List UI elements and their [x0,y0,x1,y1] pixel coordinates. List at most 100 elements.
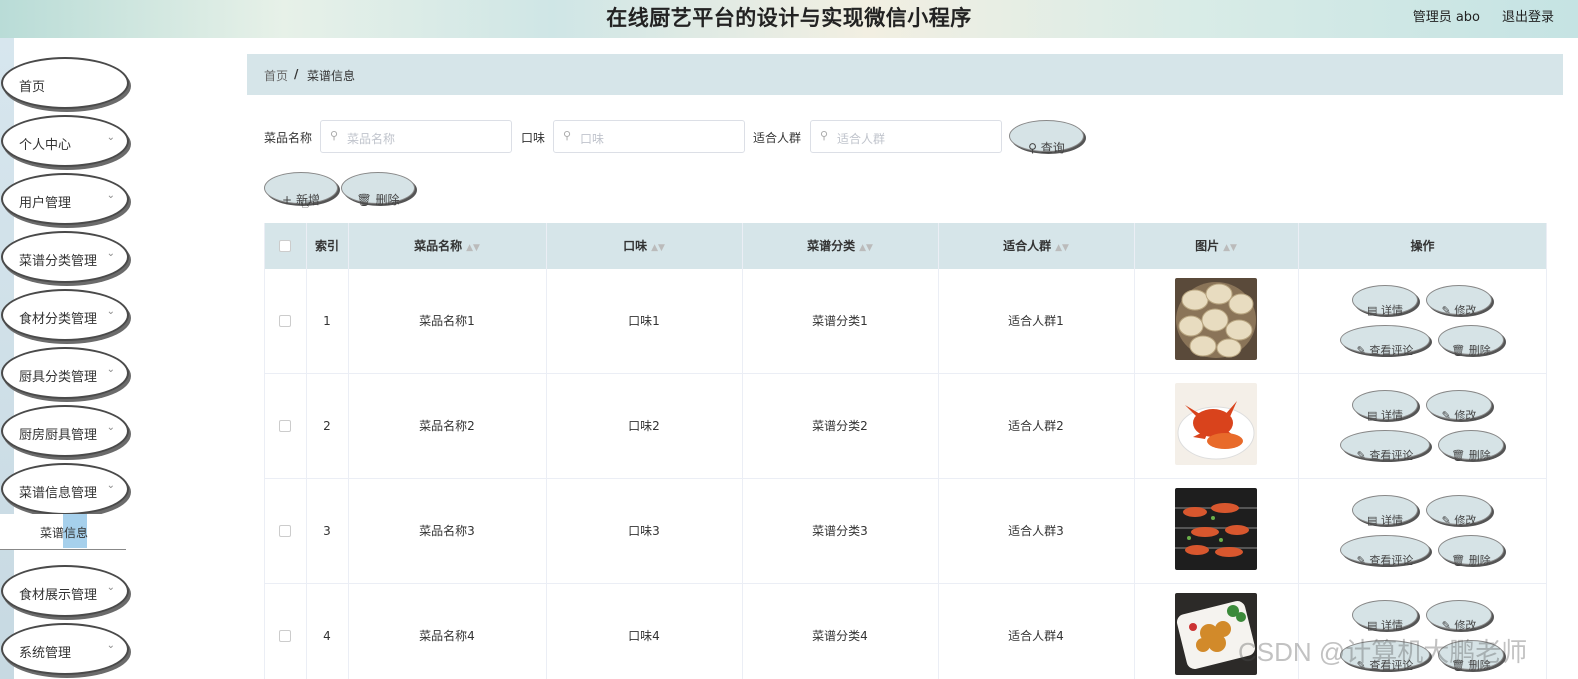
trash-icon: 🗑 [1451,344,1466,357]
sidebar-item-personal-center[interactable]: 个人中心 ⌄ [1,115,129,167]
edit-button[interactable]: ✎ 修改 [1426,495,1492,527]
sidebar-item-label: 食材分类管理 [19,312,98,327]
edit-button[interactable]: ✎ 修改 [1426,600,1492,632]
sidebar-item-label: 食材展示管理 [19,588,98,603]
pencil-icon: ✎ [1441,514,1451,527]
sidebar-item-system[interactable]: 系统管理 ⌄ [1,623,129,675]
detail-button[interactable]: ▤ 详情 [1352,390,1418,422]
header-crowd[interactable]: 适合人群 ▲▼ [938,223,1134,269]
pencil-icon: ✎ [1441,304,1451,317]
sidebar-item-label: 系统管理 [19,646,72,661]
edit-label: 修改 [1454,619,1477,632]
table-row: 1 菜品名称1 口味1 菜谱分类1 适合人群1 ▤ 详情 ✎ 修改 ✎ 查看评论 🗑 删除 [264,269,1547,374]
cell-crowd: 适合人群3 [1008,524,1064,538]
sidebar-item-cookware-category[interactable]: 厨具分类管理 ⌄ [1,347,129,399]
view-comments-button[interactable]: ✎ 查看评论 [1340,535,1430,567]
dish-image[interactable] [1175,278,1257,360]
chevron-down-icon: ⌄ [106,480,115,491]
header-taste[interactable]: 口味 ▲▼ [546,223,742,269]
edit-label: 修改 [1454,514,1477,527]
dish-image[interactable] [1175,488,1257,570]
cell-crowd: 适合人群1 [1008,314,1064,328]
delete-button[interactable]: 🗑 删除 [1438,325,1504,357]
view-comments-button[interactable]: ✎ 查看评论 [1340,430,1430,462]
dish-name-placeholder: 菜品名称 [347,132,396,146]
cell-dish-name: 菜品名称2 [419,419,475,433]
sidebar-item-label: 用户管理 [19,196,72,211]
breadcrumb-home[interactable]: 首页 [264,67,288,84]
dish-image[interactable] [1175,383,1257,465]
cell-crowd: 适合人群4 [1008,629,1064,643]
row-checkbox[interactable] [279,315,291,327]
taste-placeholder: 口味 [580,132,605,146]
chevron-down-icon: ⌄ [106,640,115,651]
comments-label: 查看评论 [1369,344,1414,357]
comments-label: 查看评论 [1369,449,1414,462]
trash-icon: 🗑 [1451,449,1466,462]
sidebar-item-kitchen-cookware[interactable]: 厨房厨具管理 ⌄ [1,405,129,457]
document-icon: ▤ [1367,619,1378,632]
delete-button[interactable]: 🗑 删除 [1438,535,1504,567]
table-row: 2 菜品名称2 口味2 菜谱分类2 适合人群2 ▤ 详情 ✎ 修改 ✎ 查看评论 🗑 删除 [264,374,1547,479]
detail-label: 详情 [1380,514,1403,527]
query-button[interactable]: ⚲ 查询 [1009,120,1084,155]
comments-label: 查看评论 [1369,554,1414,567]
cursor-icon: ☞ [300,194,315,213]
sidebar-item-label: 菜谱信息管理 [19,486,98,501]
select-all-checkbox[interactable] [279,240,291,252]
sidebar-item-recipe-info[interactable]: 菜谱信息管理 ⌄ [1,463,129,515]
logout-link[interactable]: 退出登录 [1502,6,1554,25]
detail-label: 详情 [1380,619,1403,632]
sidebar-item-home[interactable]: 首页 [1,57,129,109]
header-recipe-category[interactable]: 菜谱分类 ▲▼ [742,223,938,269]
search-icon: ⚲ [563,129,572,142]
cell-index: 2 [323,419,331,433]
cell-taste: 口味2 [628,419,660,433]
row-checkbox[interactable] [279,630,291,642]
dish-name-input[interactable]: ⚲ 菜品名称 [320,120,512,153]
batch-delete-button[interactable]: 🗑 删除 [341,172,415,207]
cell-recipe-category: 菜谱分类1 [812,314,868,328]
taste-input[interactable]: ⚲ 口味 [553,120,745,153]
edit-button[interactable]: ✎ 修改 [1426,285,1492,317]
watermark: CSDN @计算机大鹏老师 [1238,637,1528,667]
cell-index: 4 [323,629,331,643]
view-comments-button[interactable]: ✎ 查看评论 [1340,325,1430,357]
row-checkbox[interactable] [279,420,291,432]
pencil-icon: ✎ [1356,554,1366,567]
delete-button[interactable]: 🗑 删除 [1438,430,1504,462]
detail-button[interactable]: ▤ 详情 [1352,285,1418,317]
chevron-down-icon: ⌄ [106,248,115,259]
breadcrumb-separator: / [294,67,299,81]
sidebar-item-user-management[interactable]: 用户管理 ⌄ [1,173,129,225]
document-icon: ▤ [1367,304,1378,317]
detail-button[interactable]: ▤ 详情 [1352,495,1418,527]
sidebar-item-ingredient-display[interactable]: 食材展示管理 ⌄ [1,565,129,617]
header-dish-name[interactable]: 菜品名称 ▲▼ [348,223,546,269]
delete-label: 删除 [1468,554,1491,567]
header-label: 菜品名称 [414,239,463,253]
header-index: 索引 [314,239,339,253]
header-label: 图片 [1195,239,1220,253]
sidebar-item-label: 菜谱分类管理 [19,254,98,269]
header: 在线厨艺平台的设计与实现微信小程序 管理员 abo 退出登录 [0,0,1578,38]
sidebar-item-recipe-category[interactable]: 菜谱分类管理 ⌄ [1,231,129,283]
sort-icon: ▲▼ [1055,243,1069,253]
chevron-down-icon: ⌄ [106,190,115,201]
cell-taste: 口味3 [628,524,660,538]
header-operations: 操作 [1410,239,1435,253]
chevron-down-icon: ⌄ [106,582,115,593]
trash-icon: 🗑 [1451,554,1466,567]
submenu-label: 菜谱信息 [40,526,89,540]
submenu-recipe-info[interactable]: 菜谱信息 [0,514,126,550]
edit-button[interactable]: ✎ 修改 [1426,390,1492,422]
sidebar-item-ingredient-category[interactable]: 食材分类管理 ⌄ [1,289,129,341]
dish-name-label: 菜品名称 [264,131,313,145]
document-icon: ▤ [1367,514,1378,527]
pencil-icon: ✎ [1356,344,1366,357]
crowd-input[interactable]: ⚲ 适合人群 [810,120,1002,153]
app-title: 在线厨艺平台的设计与实现微信小程序 [606,6,972,30]
detail-button[interactable]: ▤ 详情 [1352,600,1418,632]
row-checkbox[interactable] [279,525,291,537]
header-image[interactable]: 图片 ▲▼ [1134,223,1298,269]
